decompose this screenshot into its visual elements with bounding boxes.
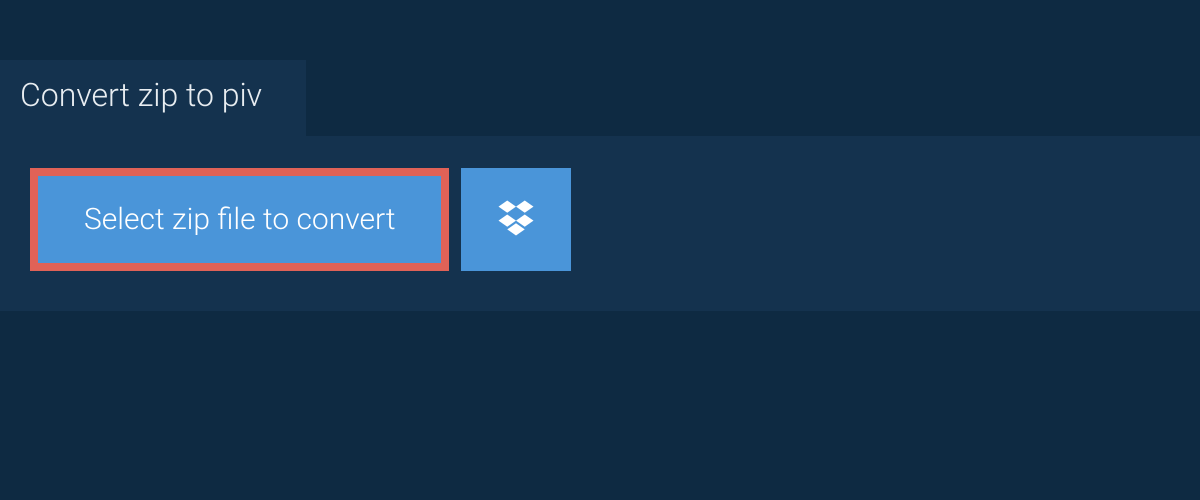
select-file-button[interactable]: Select zip file to convert xyxy=(30,168,449,271)
dropbox-button[interactable] xyxy=(461,168,571,271)
tab-title: Convert zip to piv xyxy=(20,76,262,114)
select-file-label: Select zip file to convert xyxy=(84,202,395,237)
button-row: Select zip file to convert xyxy=(30,168,1170,271)
dropbox-icon xyxy=(495,197,537,243)
tab-convert[interactable]: Convert zip to piv xyxy=(0,60,306,136)
convert-panel: Select zip file to convert xyxy=(0,136,1200,311)
